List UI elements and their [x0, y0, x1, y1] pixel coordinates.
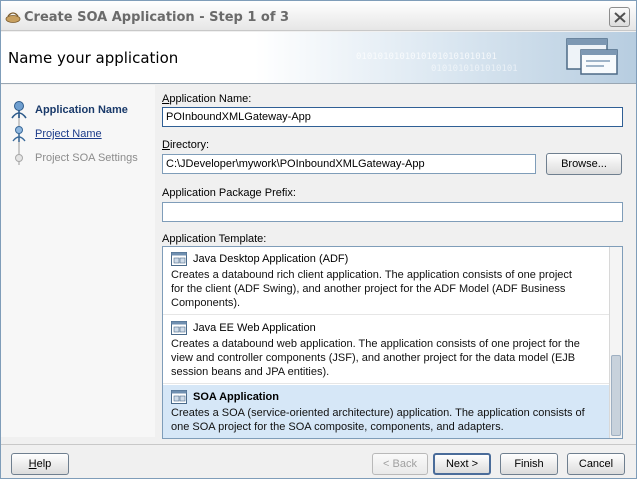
application-name-label: Application Name:: [162, 93, 252, 105]
step-link-icon: [9, 124, 29, 144]
step-project-soa-settings: Project SOA Settings: [9, 148, 138, 168]
help-button[interactable]: Help: [11, 453, 69, 475]
window-title: Create SOA Application - Step 1 of 3: [24, 10, 290, 25]
wizard-header: Name your application 010101010101010101…: [1, 32, 636, 84]
step-label: Application Name: [35, 104, 128, 116]
page-title: Name your application: [8, 49, 179, 67]
next-button[interactable]: Next >: [433, 453, 491, 475]
template-list[interactable]: Java Desktop Application (ADF) Creates a…: [162, 246, 623, 439]
directory-input[interactable]: C:\JDeveloper\mywork\POInboundXMLGateway…: [162, 154, 536, 174]
step-active-icon: [9, 100, 29, 120]
step-project-name[interactable]: Project Name: [9, 124, 102, 144]
header-decoration-text-2: 0101010101010101: [431, 64, 518, 74]
close-button[interactable]: [609, 7, 630, 27]
template-description: Creates a SOA (service-oriented architec…: [171, 407, 585, 433]
template-item-javaee[interactable]: Java EE Web Application Creates a databo…: [163, 316, 610, 384]
directory-label: Directory:: [162, 139, 210, 151]
template-name: SOA Application: [193, 391, 279, 403]
wizard-steps: Application Name Project Name Project SO…: [1, 85, 155, 437]
header-decoration-text: 01010101010101010101010101: [356, 52, 497, 62]
step-label: Project SOA Settings: [35, 152, 138, 164]
step-disabled-icon: [9, 148, 29, 168]
dialog-window: Create SOA Application - Step 1 of 3 Nam…: [0, 0, 637, 479]
template-icon: [171, 321, 187, 335]
back-button: < Back: [372, 453, 428, 475]
template-name: Java EE Web Application: [193, 322, 316, 334]
package-prefix-input[interactable]: [162, 202, 623, 222]
close-icon: [614, 12, 626, 23]
template-item-adf[interactable]: Java Desktop Application (ADF) Creates a…: [163, 247, 610, 315]
template-description: Creates a databound rich client applicat…: [171, 269, 572, 309]
step-label[interactable]: Project Name: [35, 128, 102, 140]
cancel-button[interactable]: Cancel: [567, 453, 625, 475]
step-application-name[interactable]: Application Name: [9, 100, 128, 120]
title-bar[interactable]: Create SOA Application - Step 1 of 3: [1, 1, 636, 31]
template-name: Java Desktop Application (ADF): [193, 253, 349, 265]
package-prefix-label: Application Package Prefix:: [162, 187, 296, 199]
template-icon: [171, 390, 187, 404]
template-item-soa[interactable]: SOA Application Creates a SOA (service-o…: [163, 385, 610, 438]
finish-button[interactable]: Finish: [500, 453, 558, 475]
template-icon: [171, 252, 187, 266]
template-list-scrollbar[interactable]: [609, 247, 622, 438]
wizard-banner-icon: [566, 38, 618, 75]
template-label: Application Template:: [162, 233, 267, 245]
app-icon: [5, 12, 21, 23]
form-area: Application Name: POInboundXMLGateway-Ap…: [156, 85, 636, 445]
scrollbar-thumb[interactable]: [611, 355, 621, 436]
browse-button[interactable]: Browse...: [546, 153, 622, 175]
template-description: Creates a databound web application. The…: [171, 338, 580, 378]
button-bar: Help < Back Next > Finish Cancel: [1, 444, 636, 478]
application-name-input[interactable]: POInboundXMLGateway-App: [162, 107, 623, 127]
